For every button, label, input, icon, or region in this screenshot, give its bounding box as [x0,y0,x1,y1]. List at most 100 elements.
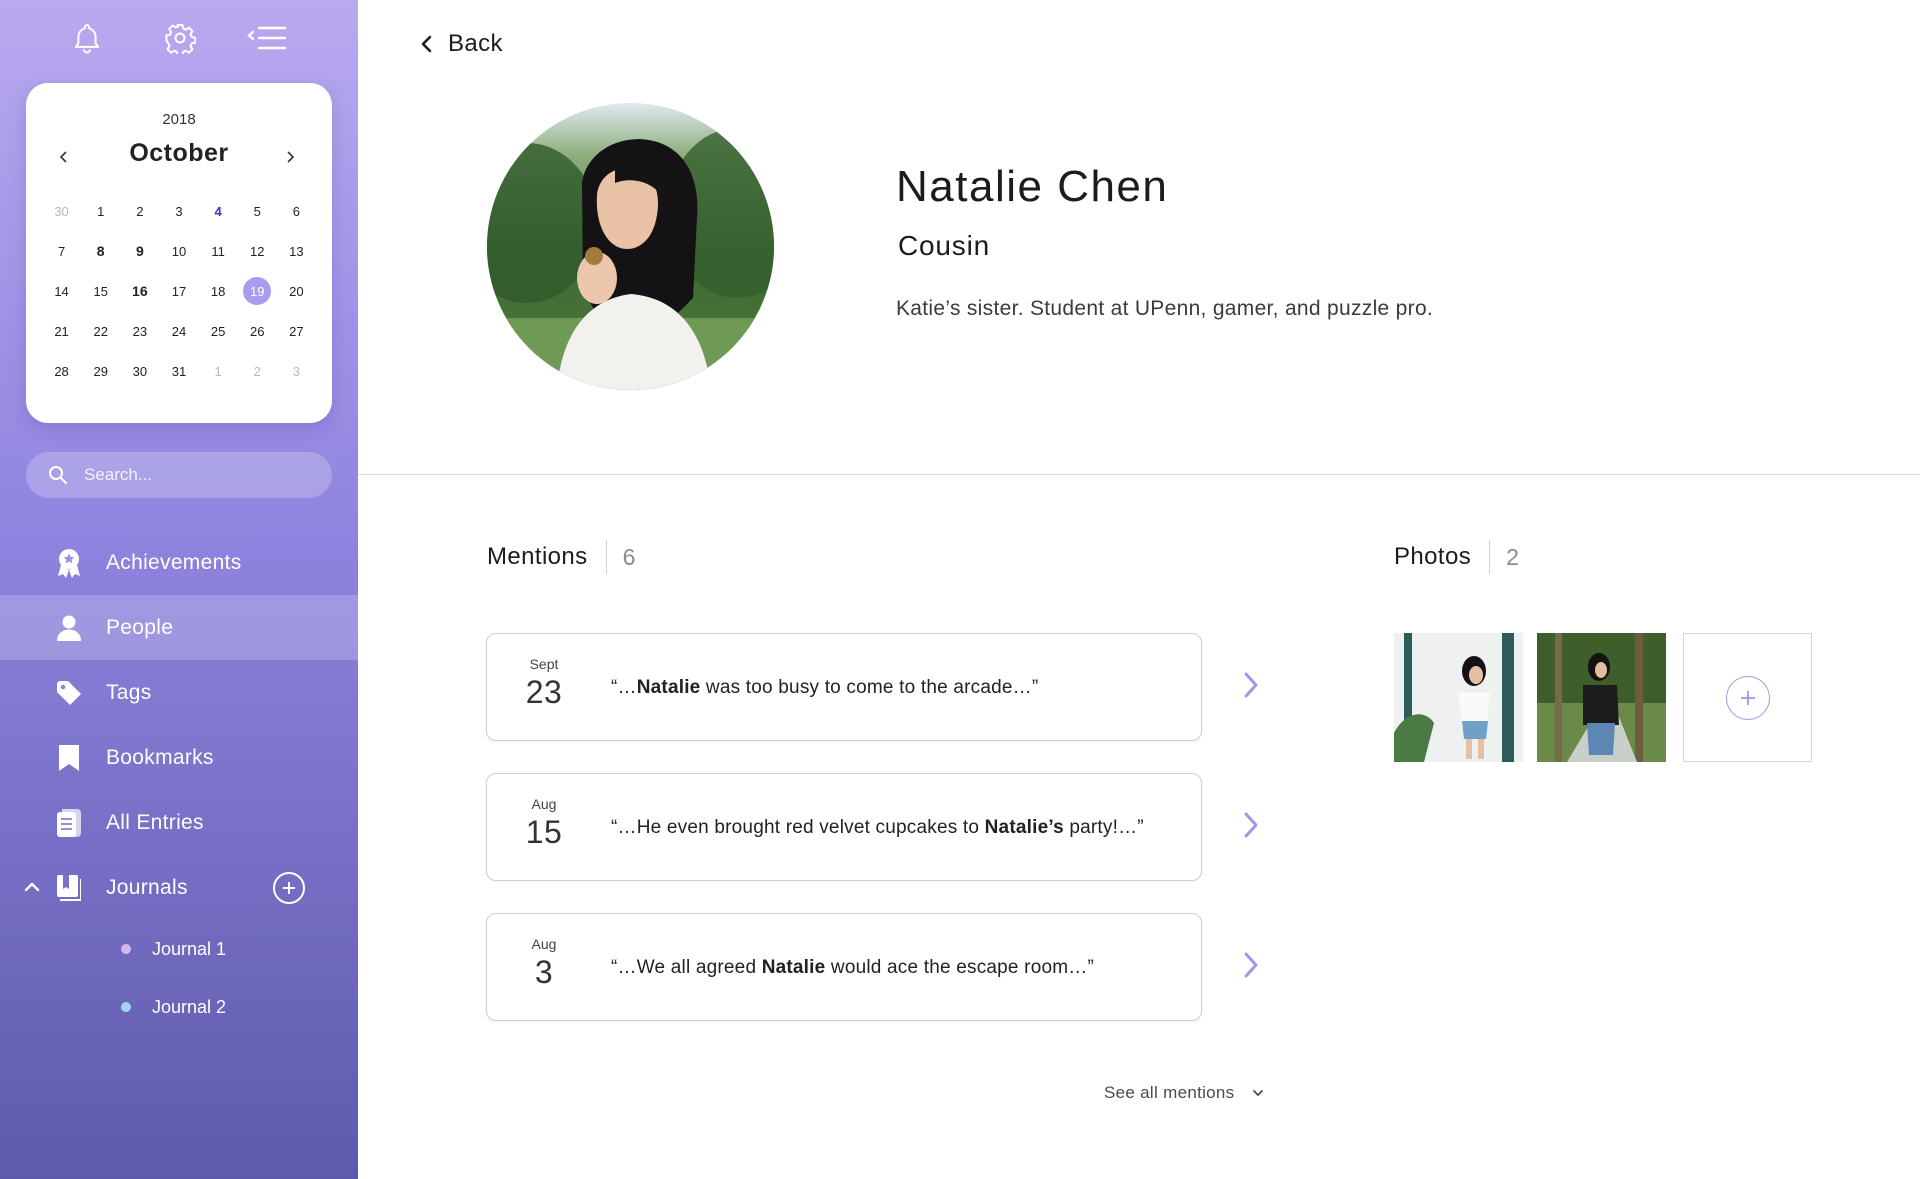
photo-thumbnail[interactable] [1394,633,1523,762]
see-all-mentions-button[interactable]: See all mentions [1104,1080,1264,1106]
open-mention-button[interactable] [1236,665,1266,705]
mention-month: Aug [531,936,557,952]
calendar-day-number: 1 [214,363,222,379]
calendar-day-number: 17 [171,283,187,299]
sidebar-item-label: Bookmarks [106,745,214,769]
calendar-day[interactable]: 12 [238,231,277,271]
calendar-day[interactable]: 9 [120,231,159,271]
calendar-day[interactable]: 8 [81,231,120,271]
calendar-day[interactable]: 21 [42,311,81,351]
sidebar-journal-1[interactable]: Journal 1 [0,920,358,978]
header-separator [605,540,607,574]
calendar-day[interactable]: 3 [277,351,316,391]
header-separator [1489,540,1491,574]
mention-excerpt: “…We all agreed Natalie would ace the es… [611,914,1094,1022]
sidebar-item-journals[interactable]: Journals [0,855,358,920]
calendar-day-number: 3 [175,203,183,219]
calendar-day-number: 9 [135,243,144,259]
photo-thumbnail[interactable] [1537,633,1666,762]
calendar-day[interactable]: 31 [159,351,198,391]
mention-excerpt: “…He even brought red velvet cupcakes to… [611,774,1144,882]
mention-day: 23 [525,674,563,710]
calendar-day[interactable]: 6 [277,191,316,231]
add-photo-circle [1725,675,1770,720]
calendar-day-number: 19 [243,277,272,305]
calendar-day-number: 23 [132,323,148,339]
mention-excerpt: “… Natalie was too busy to come to the ar… [611,634,1038,742]
add-journal-button[interactable] [273,872,305,904]
calendar-day[interactable]: 20 [277,271,316,311]
calendar-day[interactable]: 1 [199,351,238,391]
sidebar-toolbar [0,18,358,58]
calendar-day[interactable]: 29 [81,351,120,391]
calendar-day[interactable]: 11 [199,231,238,271]
calendar-day[interactable]: 30 [42,191,81,231]
calendar-day[interactable]: 3 [159,191,198,231]
sidebar-item-people[interactable]: People [0,595,358,660]
notifications-button[interactable] [67,18,107,58]
profile-name: Natalie Chen [896,162,1169,211]
calendar-day[interactable]: 18 [199,271,238,311]
calendar-day[interactable]: 2 [238,351,277,391]
mention-date: Sept 23 [507,656,581,711]
mention-card[interactable]: Aug 15 “…He even brought red velvet cupc… [486,773,1202,881]
calendar-day[interactable]: 1 [81,191,120,231]
add-photo-button[interactable] [1683,633,1812,762]
calendar-day[interactable]: 16 [120,271,159,311]
calendar-day[interactable]: 22 [81,311,120,351]
calendar-day[interactable]: 7 [42,231,81,271]
open-mention-button[interactable] [1236,805,1266,845]
chevron-right-icon [1244,952,1258,978]
calendar-day[interactable]: 30 [120,351,159,391]
sidebar-item-tags[interactable]: Tags [0,660,358,725]
calendar-day[interactable]: 27 [277,311,316,351]
calendar-next-month-button[interactable] [276,143,304,171]
calendar-day[interactable]: 26 [238,311,277,351]
sidebar-item-all-entries[interactable]: All Entries [0,790,358,855]
excerpt-text: “…We all agreed [611,957,762,978]
journals-toggle[interactable] [22,877,42,897]
collapse-sidebar-button[interactable] [246,18,290,58]
calendar-day-number: 2 [253,363,261,379]
back-button[interactable]: Back [420,28,503,60]
tag-icon [54,678,84,708]
mention-month: Aug [531,796,557,812]
open-mention-button[interactable] [1236,945,1266,985]
calendar-day-number: 2 [136,203,144,219]
calendar-day[interactable]: 17 [159,271,198,311]
calendar-day[interactable]: 13 [277,231,316,271]
plus-icon [1740,690,1755,705]
sidebar-journal-2[interactable]: Journal 2 [0,978,358,1036]
calendar-day-number: 26 [250,323,265,339]
mention-card[interactable]: Sept 23 “… Natalie was too busy to come t… [486,633,1202,741]
calendar-day[interactable]: 24 [159,311,198,351]
calendar-day[interactable]: 25 [199,311,238,351]
chevron-right-icon [1244,672,1258,698]
calendar-day[interactable]: 15 [81,271,120,311]
calendar-day[interactable]: 4 [199,191,238,231]
calendar-day[interactable]: 23 [120,311,159,351]
calendar-year: 2018 [162,111,196,128]
search-icon [48,464,70,486]
calendar-day-number: 14 [54,283,69,299]
calendar-day-number: 20 [289,283,304,299]
search-input[interactable] [84,465,304,485]
journal-color-dot [121,1002,131,1012]
see-all-label: See all mentions [1104,1083,1235,1102]
mentions-header: Mentions 6 [487,540,635,574]
plus-icon [283,882,295,894]
profile-avatar [487,103,774,390]
calendar-day-number: 27 [289,323,304,339]
calendar-day[interactable]: 5 [238,191,277,231]
calendar-day[interactable]: 2 [120,191,159,231]
calendar-day[interactable]: 28 [42,351,81,391]
excerpt-text: “…He even brought red velvet cupcakes to [611,817,985,838]
calendar-day[interactable]: 10 [159,231,198,271]
calendar-day[interactable]: 14 [42,271,81,311]
sidebar-item-achievements[interactable]: Achievements [0,530,358,595]
settings-button[interactable] [160,18,200,58]
calendar-day-selected[interactable]: 19 [238,271,277,311]
mention-card[interactable]: Aug 3 “…We all agreed Natalie would ace … [486,913,1202,1021]
sidebar-item-bookmarks[interactable]: Bookmarks [0,725,358,790]
excerpt-text: was too busy to come to the arcade…” [700,677,1039,698]
